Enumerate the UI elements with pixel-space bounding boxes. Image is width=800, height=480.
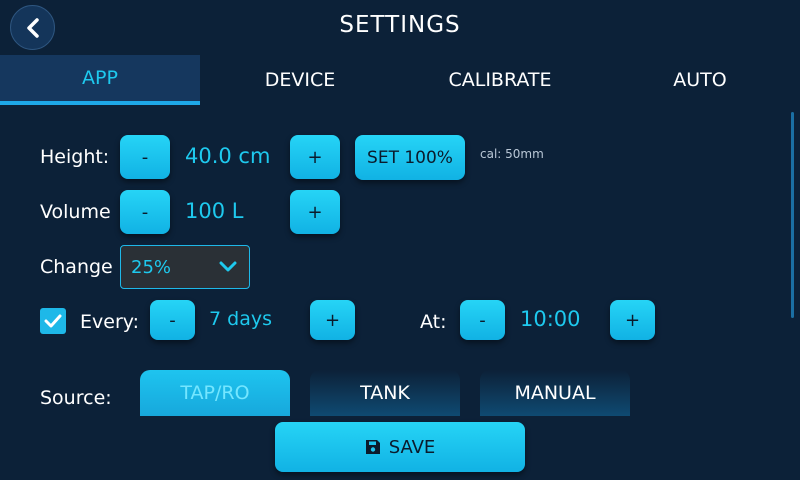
volume-decrement-button[interactable]: - [120, 190, 170, 234]
volume-label: Volume [40, 201, 111, 223]
source-label: Source: [40, 387, 112, 409]
tab-calibrate[interactable]: CALIBRATE [400, 55, 600, 105]
calibration-note: cal: 50mm [480, 147, 544, 161]
at-decrement-button[interactable]: - [460, 300, 505, 340]
source-option-tank[interactable]: TANK [310, 370, 460, 416]
source-option-manual[interactable]: MANUAL [480, 370, 630, 416]
every-checkbox[interactable] [40, 308, 66, 334]
floppy-disk-icon [365, 440, 380, 454]
at-label: At: [420, 311, 447, 333]
save-button[interactable]: SAVE [275, 422, 525, 472]
tab-auto[interactable]: AUTO [600, 55, 800, 105]
height-increment-button[interactable]: + [290, 135, 340, 179]
every-label: Every: [80, 311, 140, 333]
scrollbar[interactable] [791, 112, 794, 318]
tab-device[interactable]: DEVICE [200, 55, 400, 105]
every-value: 7 days [209, 308, 272, 330]
tab-app[interactable]: APP [0, 55, 200, 105]
height-decrement-button[interactable]: - [120, 135, 170, 179]
at-value: 10:00 [520, 307, 581, 331]
volume-value: 100 L [185, 199, 244, 223]
every-decrement-button[interactable]: - [150, 300, 195, 340]
save-label: SAVE [388, 436, 436, 458]
every-increment-button[interactable]: + [310, 300, 355, 340]
at-increment-button[interactable]: + [610, 300, 655, 340]
change-label: Change [40, 256, 113, 278]
tab-bar: APP DEVICE CALIBRATE AUTO [0, 55, 800, 105]
checkmark-icon [44, 314, 62, 328]
set-100-button[interactable]: SET 100% [355, 135, 465, 180]
page-title: SETTINGS [339, 12, 461, 38]
change-dropdown[interactable]: 25% [120, 245, 250, 289]
volume-increment-button[interactable]: + [290, 190, 340, 234]
height-value: 40.0 cm [185, 144, 271, 168]
change-selected-value: 25% [131, 256, 172, 278]
chevron-down-icon [219, 261, 237, 272]
source-option-tap-ro[interactable]: TAP/RO [140, 370, 290, 416]
height-label: Height: [40, 146, 110, 168]
